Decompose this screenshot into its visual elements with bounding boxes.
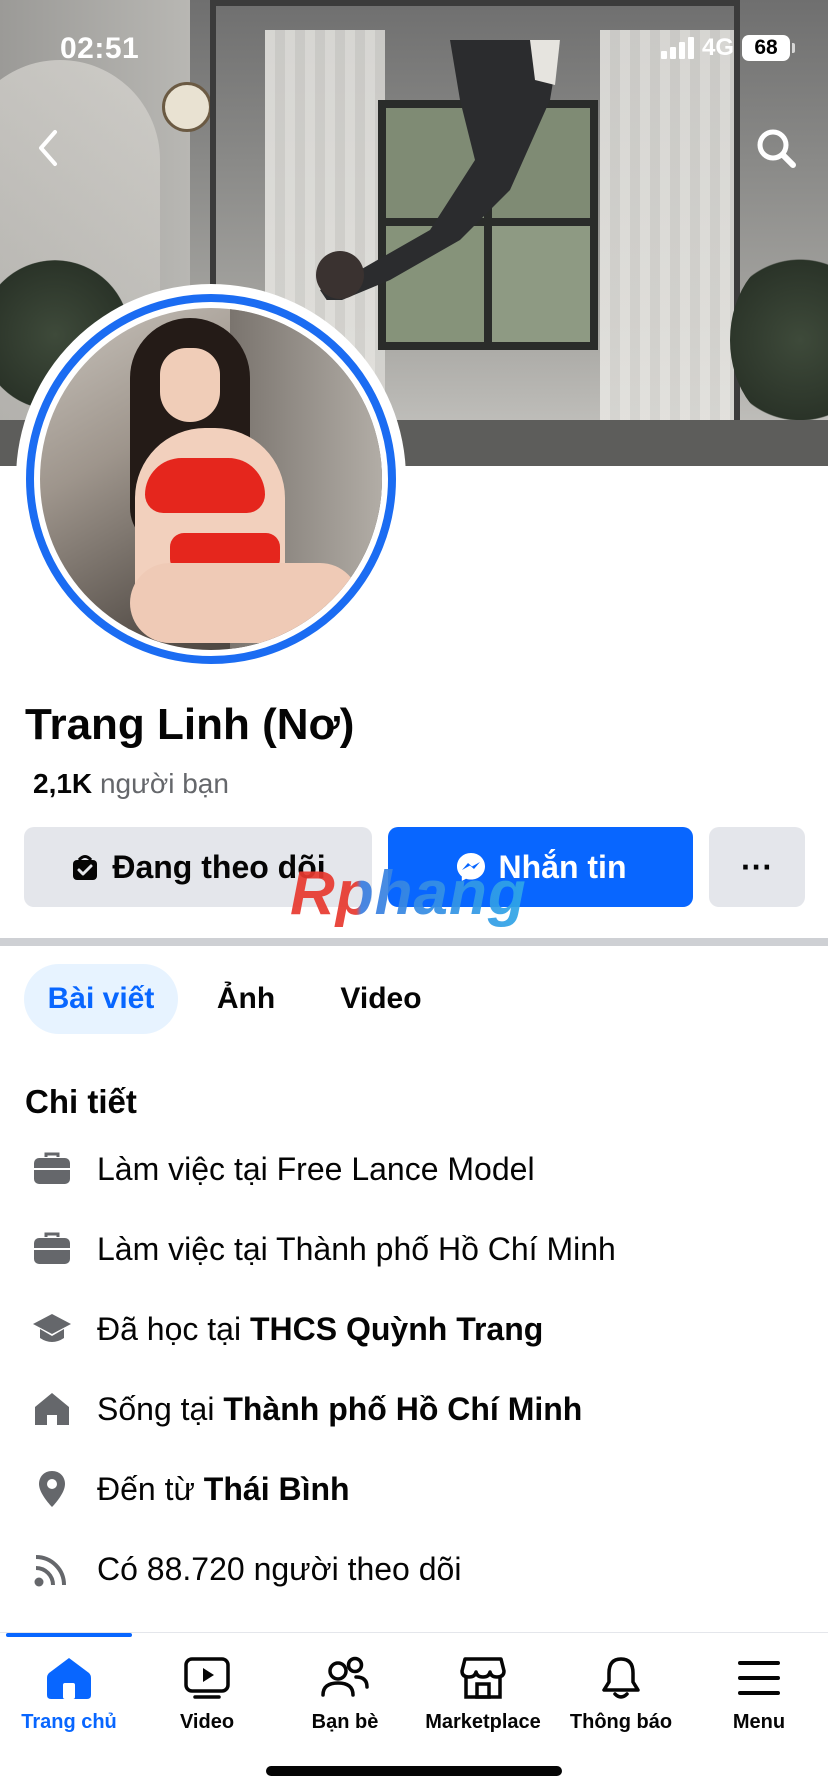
friends-count-number: 2,1K — [33, 768, 93, 799]
friends-icon — [321, 1656, 369, 1697]
nav-marketplace[interactable]: Marketplace — [414, 1655, 552, 1734]
detail-followers: Có 88.720 người theo dõi — [30, 1544, 461, 1594]
video-play-icon — [184, 1657, 230, 1699]
briefcase-icon — [30, 1147, 74, 1191]
section-divider — [0, 938, 828, 946]
detail-city[interactable]: Thành phố Hồ Chí Minh — [223, 1391, 582, 1427]
chevron-left-icon — [39, 130, 57, 166]
profile-avatar[interactable] — [16, 284, 406, 674]
detail-work-1: Làm việc tại Free Lance Model — [30, 1144, 535, 1194]
detail-prefix: Đã học tại — [97, 1310, 250, 1347]
search-button[interactable] — [746, 118, 806, 178]
detail-text[interactable]: Có 88.720 người theo dõi — [97, 1551, 461, 1588]
tab-videos[interactable]: Video — [320, 964, 442, 1034]
detail-text: Làm việc tại Free Lance Model — [97, 1150, 535, 1187]
back-button[interactable] — [18, 118, 78, 178]
tab-posts[interactable]: Bài viết — [24, 964, 178, 1034]
status-indicators: 4G 68 — [660, 34, 795, 62]
graduation-cap-icon — [30, 1307, 74, 1351]
more-options-button[interactable]: ··· — [709, 827, 805, 907]
cellular-signal-icon — [660, 37, 694, 59]
nav-home-label: Trang chủ — [21, 1711, 117, 1733]
detail-text: Đến từ Thái Bình — [97, 1471, 350, 1508]
avatar-photo — [40, 308, 382, 650]
nav-friends-label: Bạn bè — [311, 1711, 379, 1733]
briefcase-icon — [30, 1227, 74, 1271]
bell-icon — [602, 1657, 640, 1699]
more-options-label: ··· — [741, 848, 773, 885]
detail-hometown-name[interactable]: Thái Bình — [204, 1471, 350, 1507]
following-check-icon — [73, 855, 98, 880]
detail-work-2: Làm việc tại Thành phố Hồ Chí Minh — [30, 1224, 616, 1274]
detail-hometown: Đến từ Thái Bình — [30, 1464, 350, 1514]
profile-name: Trang Linh (Nơ) — [25, 700, 355, 749]
watermark-logo: Rphang — [290, 859, 527, 928]
detail-school[interactable]: THCS Quỳnh Trang — [250, 1311, 543, 1347]
active-tab-indicator — [6, 1633, 132, 1637]
detail-prefix: Đến từ — [97, 1470, 204, 1507]
search-icon — [757, 129, 796, 168]
home-icon — [30, 1387, 74, 1431]
nav-marketplace-label: Marketplace — [425, 1711, 541, 1733]
location-pin-icon — [30, 1467, 74, 1511]
network-type: 4G — [701, 34, 734, 61]
rss-feed-icon — [30, 1547, 74, 1591]
battery-icon: 68 — [742, 35, 795, 61]
nav-friends[interactable]: Bạn bè — [276, 1655, 414, 1734]
nav-menu-label: Menu — [732, 1711, 786, 1733]
friends-count[interactable]: 2,1K người bạn — [33, 768, 229, 800]
detail-text: Làm việc tại Thành phố Hồ Chí Minh — [97, 1230, 616, 1267]
detail-prefix: Sống tại — [97, 1390, 224, 1427]
detail-lives-in: Sống tại Thành phố Hồ Chí Minh — [30, 1384, 582, 1434]
hamburger-menu-icon — [738, 1661, 780, 1695]
home-indicator — [266, 1766, 562, 1776]
nav-video[interactable]: Video — [138, 1655, 276, 1734]
marketplace-icon — [460, 1657, 506, 1699]
nav-home[interactable]: Trang chủ — [0, 1655, 138, 1734]
status-time: 02:51 — [60, 32, 140, 65]
home-icon — [47, 1658, 91, 1699]
nav-notifications[interactable]: Thông báo — [552, 1655, 690, 1734]
nav-notifications-label: Thông báo — [569, 1711, 673, 1733]
details-heading: Chi tiết — [25, 1083, 137, 1120]
cover-plant-right — [730, 250, 828, 430]
detail-text: Đã học tại THCS Quỳnh Trang — [97, 1311, 543, 1348]
nav-menu[interactable]: Menu — [690, 1655, 828, 1734]
friends-count-label: người bạn — [99, 768, 229, 799]
tab-photos[interactable]: Ảnh — [198, 964, 294, 1034]
status-bar: 02:51 4G 68 — [0, 0, 828, 100]
detail-text: Sống tại Thành phố Hồ Chí Minh — [97, 1391, 582, 1428]
detail-education: Đã học tại THCS Quỳnh Trang — [30, 1304, 543, 1354]
nav-video-label: Video — [179, 1711, 235, 1733]
